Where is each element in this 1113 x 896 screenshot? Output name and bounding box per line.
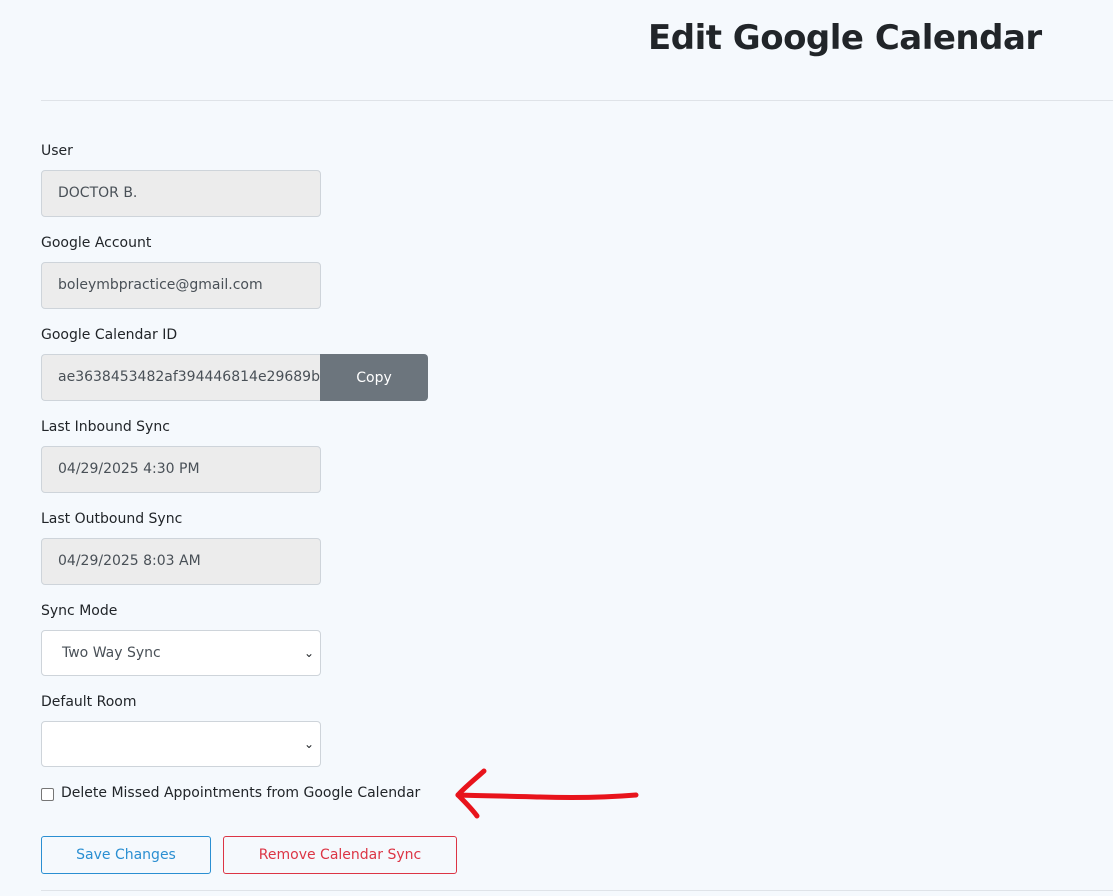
default-room-select[interactable]: ⌄ — [41, 721, 321, 767]
user-field: DOCTOR B. — [41, 170, 321, 217]
sync-mode-label: Sync Mode — [41, 603, 118, 619]
red-arrow-annotation — [455, 768, 639, 819]
last-outbound-sync-label: Last Outbound Sync — [41, 511, 183, 527]
google-account-label: Google Account — [41, 235, 152, 251]
calendar-id-label: Google Calendar ID — [41, 327, 178, 343]
calendar-id-field[interactable]: ae3638453482af394446814e29689b — [41, 354, 321, 401]
footer-divider — [41, 890, 1113, 891]
header-divider — [41, 100, 1113, 101]
page-title: Edit Google Calendar — [648, 18, 1042, 58]
default-room-label: Default Room — [41, 694, 137, 710]
last-inbound-sync-label: Last Inbound Sync — [41, 419, 170, 435]
delete-missed-label[interactable]: Delete Missed Appointments from Google C… — [61, 785, 420, 801]
user-label: User — [41, 143, 73, 159]
last-inbound-sync-field: 04/29/2025 4:30 PM — [41, 446, 321, 493]
edit-google-calendar-page: Edit Google Calendar User DOCTOR B. Goog… — [0, 0, 1113, 896]
chevron-down-icon: ⌄ — [303, 646, 314, 660]
save-changes-button[interactable]: Save Changes — [41, 836, 211, 874]
sync-mode-selected: Two Way Sync — [62, 645, 161, 661]
sync-mode-select[interactable]: Two Way Sync ⌄ — [41, 630, 321, 676]
google-account-field: boleymbpractice@gmail.com — [41, 262, 321, 309]
chevron-down-icon: ⌄ — [303, 737, 314, 751]
copy-button[interactable]: Copy — [320, 354, 428, 401]
calendar-id-group: ae3638453482af394446814e29689b Copy — [41, 354, 428, 401]
remove-calendar-sync-button[interactable]: Remove Calendar Sync — [223, 836, 457, 874]
delete-missed-checkbox[interactable] — [41, 788, 54, 801]
last-outbound-sync-field: 04/29/2025 8:03 AM — [41, 538, 321, 585]
